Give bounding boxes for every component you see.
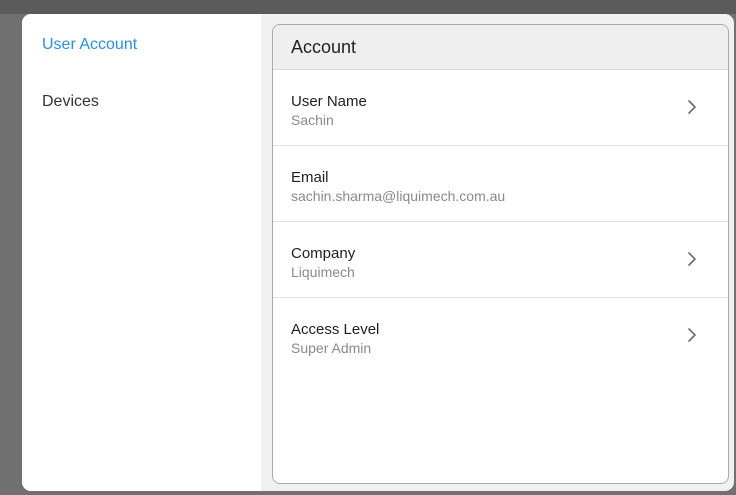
email-value: sachin.sharma@liquimech.com.au — [291, 188, 506, 204]
company-label: Company — [291, 245, 356, 262]
user-name-row[interactable]: User Name Sachin — [273, 70, 728, 146]
settings-dialog: User Account Devices Account User Name S… — [22, 14, 734, 491]
chevron-right-icon — [688, 328, 696, 342]
sidebar-item-user-account[interactable]: User Account — [42, 36, 137, 54]
account-card-title: Account — [273, 25, 728, 70]
account-card: Account User Name Sachin Email sachin.sh… — [272, 24, 729, 484]
access-level-label: Access Level — [291, 321, 380, 338]
email-row: Email sachin.sharma@liquimech.com.au — [273, 146, 728, 222]
company-value: Liquimech — [291, 264, 355, 280]
sidebar-item-devices[interactable]: Devices — [42, 93, 99, 111]
user-name-value: Sachin — [291, 112, 334, 128]
access-level-row[interactable]: Access Level Super Admin — [273, 298, 728, 374]
access-level-value: Super Admin — [291, 340, 372, 356]
user-name-label: User Name — [291, 93, 367, 110]
chevron-right-icon — [688, 100, 696, 114]
top-strip — [0, 0, 736, 14]
company-row[interactable]: Company Liquimech — [273, 222, 728, 298]
sidebar: User Account Devices — [22, 14, 261, 491]
chevron-right-icon — [688, 252, 696, 266]
email-label: Email — [291, 169, 329, 186]
